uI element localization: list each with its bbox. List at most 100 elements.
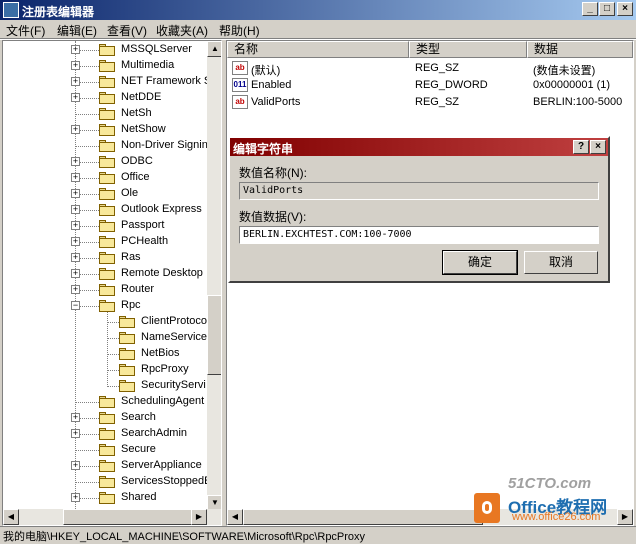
tree-item[interactable]: RpcProxy — [3, 362, 207, 378]
expand-icon[interactable]: + — [71, 173, 80, 182]
tree-item[interactable]: + Router — [3, 282, 207, 298]
expand-icon[interactable]: + — [71, 77, 80, 86]
tree-item[interactable]: + ServerAppliance — [3, 458, 207, 474]
hscroll-thumb[interactable] — [63, 509, 203, 525]
expand-icon[interactable]: + — [71, 189, 80, 198]
menu-edit[interactable]: 编辑(E) — [57, 22, 97, 39]
expand-icon[interactable]: + — [71, 45, 80, 54]
tree-item-label: Ras — [121, 251, 141, 263]
expand-icon[interactable]: + — [71, 269, 80, 278]
expand-icon[interactable]: + — [71, 93, 80, 102]
values-list[interactable]: 名称 类型 数据 ab (默认) REG_SZ (数值未设置) 011 Enab… — [226, 40, 634, 526]
tree-item[interactable]: ClientProtoco — [3, 314, 207, 330]
tree-vertical-scrollbar[interactable]: ▲ ▼ — [207, 41, 221, 511]
menu-help[interactable]: 帮助(H) — [219, 22, 260, 39]
expand-icon[interactable]: + — [71, 221, 80, 230]
folder-icon — [119, 364, 135, 376]
tree-item[interactable]: SecurityServi — [3, 378, 207, 394]
folder-icon — [99, 444, 115, 456]
column-header-data[interactable]: 数据 — [527, 41, 633, 58]
tree-item[interactable]: + Ras — [3, 250, 207, 266]
column-header-name[interactable]: 名称 — [227, 41, 409, 58]
tree-item[interactable]: Non-Driver Signin — [3, 138, 208, 154]
scroll-up-button[interactable]: ▲ — [207, 41, 221, 57]
tree-item[interactable]: + Multimedia — [3, 58, 207, 74]
tree-horizontal-scrollbar[interactable]: ◀ ▶ — [3, 509, 221, 525]
expand-icon[interactable]: + — [71, 413, 80, 422]
scroll-left-button[interactable]: ◀ — [227, 509, 243, 525]
hscroll-thumb[interactable] — [243, 509, 483, 525]
expand-icon[interactable]: + — [71, 125, 80, 134]
tree-item-label: ODBC — [121, 155, 153, 167]
tree-item-label: Shared — [121, 491, 157, 503]
tree-item[interactable]: − Rpc — [3, 298, 207, 314]
scroll-right-button[interactable]: ▶ — [191, 509, 207, 525]
expand-icon[interactable]: + — [71, 157, 80, 166]
close-button[interactable]: × — [617, 2, 633, 16]
maximize-button[interactable]: □ — [599, 2, 615, 16]
menu-favorites[interactable]: 收藏夹(A) — [156, 22, 208, 39]
value-name-label: 数值名称(N): — [239, 166, 307, 180]
tree-item[interactable]: + NetShow — [3, 122, 207, 138]
tree-item-label: RpcProxy — [141, 363, 189, 375]
tree-item-label: NET Framework S — [121, 75, 212, 87]
tree-item[interactable]: + Passport — [3, 218, 207, 234]
tree-item[interactable]: + Ole — [3, 186, 207, 202]
ok-button[interactable]: 确定 — [442, 250, 518, 275]
list-item[interactable]: ab ValidPorts REG_SZ BERLIN:100-5000 — [227, 94, 627, 111]
tree-item[interactable]: + Search — [3, 410, 207, 426]
tree-item[interactable]: + Remote Desktop — [3, 266, 207, 282]
value-data: BERLIN:100-5000 — [533, 96, 623, 108]
expand-icon[interactable]: + — [71, 237, 80, 246]
menu-view[interactable]: 查看(V) — [107, 22, 147, 39]
tree-item[interactable]: + ODBC — [3, 154, 207, 170]
folder-icon — [119, 316, 135, 328]
folder-icon — [99, 124, 115, 136]
tree-item[interactable]: Secure — [3, 442, 207, 458]
list-item[interactable]: ab (默认) REG_SZ (数值未设置) — [227, 60, 627, 77]
status-path: 我的电脑\HKEY_LOCAL_MACHINE\SOFTWARE\Microso… — [3, 531, 366, 543]
minimize-button[interactable]: _ — [582, 2, 598, 16]
dialog-close-button[interactable]: × — [590, 140, 606, 154]
tree-item[interactable]: + NetDDE — [3, 90, 207, 106]
tree-item[interactable]: NameService — [3, 330, 207, 346]
tree-item[interactable]: NetSh — [3, 106, 207, 122]
tree-item-label: NameService — [141, 331, 208, 343]
expand-icon[interactable]: + — [71, 61, 80, 70]
value-data: 0x00000001 (1) — [533, 79, 611, 91]
tree-item[interactable]: + Outlook Express — [3, 202, 207, 218]
tree-item[interactable]: + SearchAdmin — [3, 426, 207, 442]
tree-item[interactable]: ServicesStoppedE — [3, 474, 212, 490]
cancel-button[interactable]: 取消 — [524, 251, 598, 274]
folder-icon — [99, 300, 115, 312]
column-header-type[interactable]: 类型 — [409, 41, 527, 58]
expand-icon[interactable]: + — [71, 285, 80, 294]
watermark: 51CTO.com Office教程网 www.office26.com — [468, 475, 636, 525]
tree-item[interactable]: + MSSQLServer — [3, 42, 207, 58]
registry-tree[interactable]: + MSSQLServer + Multimedia + NET Framework S +… — [2, 40, 222, 526]
menu-file[interactable]: 文件(F) — [6, 22, 45, 39]
tree-item[interactable]: + NET Framework S — [3, 74, 211, 90]
tree-item[interactable]: NetBios — [3, 346, 207, 362]
tree-item[interactable]: + Office — [3, 170, 207, 186]
tree-item-label: ClientProtoco — [141, 315, 208, 327]
expand-icon[interactable]: + — [71, 429, 80, 438]
tree-item-label: PCHealth — [121, 235, 169, 247]
tree-line — [75, 402, 99, 403]
tree-item[interactable]: SchedulingAgent — [3, 394, 207, 410]
tree-item-label: Search — [121, 411, 156, 423]
expand-icon[interactable]: + — [71, 461, 80, 470]
expand-icon[interactable]: + — [71, 493, 80, 502]
expand-icon[interactable]: + — [71, 253, 80, 262]
tree-item[interactable]: + PCHealth — [3, 234, 207, 250]
value-data-input[interactable]: BERLIN.EXCHTEST.COM:100-7000 — [239, 226, 599, 244]
scroll-thumb[interactable] — [207, 295, 221, 375]
expand-icon[interactable]: + — [71, 205, 80, 214]
tree-item[interactable]: + Shared — [3, 490, 207, 506]
dialog-help-button[interactable]: ? — [573, 140, 589, 154]
tree-item-label: Router — [121, 283, 155, 295]
list-item[interactable]: 011 Enabled REG_DWORD 0x00000001 (1) — [227, 77, 627, 94]
scroll-left-button[interactable]: ◀ — [3, 509, 19, 525]
collapse-icon[interactable]: − — [71, 301, 80, 310]
binary-value-icon: 011 — [232, 78, 248, 92]
